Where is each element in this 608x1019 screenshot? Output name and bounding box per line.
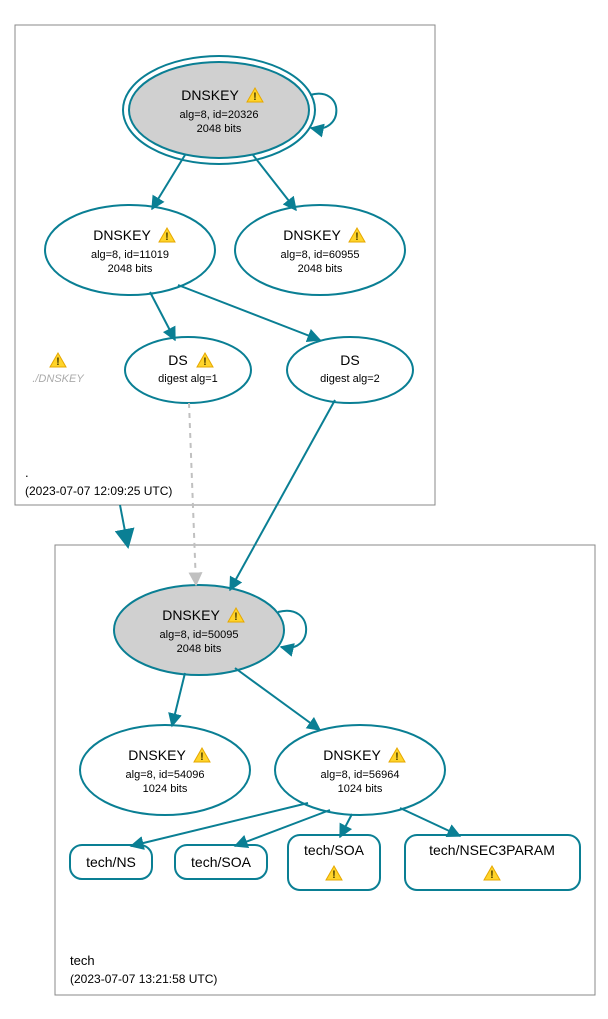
node-tech-soa2: tech/SOA xyxy=(288,835,380,890)
node-tech-zsk1: DNSKEY alg=8, id=54096 1024 bits xyxy=(80,725,250,815)
svg-text:DNSKEY: DNSKEY xyxy=(181,87,239,103)
zone-timestamp-tech: (2023-07-07 13:21:58 UTC) xyxy=(70,972,217,986)
svg-text:DNSKEY: DNSKEY xyxy=(128,747,186,763)
svg-text:DS: DS xyxy=(168,352,187,368)
svg-text:alg=8, id=20326: alg=8, id=20326 xyxy=(180,109,259,121)
warn-icon xyxy=(50,353,66,368)
svg-text:1024 bits: 1024 bits xyxy=(338,783,383,795)
node-root-zsk2: DNSKEY alg=8, id=60955 2048 bits xyxy=(235,205,405,295)
svg-text:DNSKEY: DNSKEY xyxy=(283,227,341,243)
node-tech-ksk: DNSKEY alg=8, id=50095 2048 bits xyxy=(114,585,284,675)
svg-text:alg=8, id=56964: alg=8, id=56964 xyxy=(321,769,400,781)
edge xyxy=(253,155,296,210)
svg-text:DNSKEY: DNSKEY xyxy=(93,227,151,243)
node-tech-zsk2: DNSKEY alg=8, id=56964 1024 bits xyxy=(275,725,445,815)
edge xyxy=(152,155,185,209)
svg-text:digest alg=2: digest alg=2 xyxy=(320,373,380,385)
svg-text:DNSKEY: DNSKEY xyxy=(323,747,381,763)
edge xyxy=(235,668,320,730)
svg-text:alg=8, id=50095: alg=8, id=50095 xyxy=(160,629,239,641)
svg-text:tech/NSEC3PARAM: tech/NSEC3PARAM xyxy=(429,842,555,858)
node-tech-nsec3param: tech/NSEC3PARAM xyxy=(405,835,580,890)
node-ghost-dnskey: ./DNSKEY xyxy=(32,353,84,385)
zone-label-root: . xyxy=(25,465,29,480)
edge xyxy=(340,814,352,837)
svg-text:2048 bits: 2048 bits xyxy=(197,123,242,135)
edge xyxy=(172,673,185,726)
svg-text:tech/SOA: tech/SOA xyxy=(304,842,365,858)
edge xyxy=(150,292,175,340)
svg-text:./DNSKEY: ./DNSKEY xyxy=(32,373,84,385)
svg-text:DNSKEY: DNSKEY xyxy=(162,607,220,623)
svg-text:2048 bits: 2048 bits xyxy=(177,643,222,655)
edge xyxy=(230,400,335,590)
svg-text:alg=8, id=60955: alg=8, id=60955 xyxy=(281,249,360,261)
zone-label-tech: tech xyxy=(70,953,95,968)
svg-text:tech/NS: tech/NS xyxy=(86,854,136,870)
svg-text:tech/SOA: tech/SOA xyxy=(191,854,252,870)
svg-text:2048 bits: 2048 bits xyxy=(298,263,343,275)
node-ds1: DS digest alg=1 xyxy=(125,337,251,403)
svg-text:digest alg=1: digest alg=1 xyxy=(158,373,218,385)
node-root-ksk: DNSKEY alg=8, id=20326 2048 bits xyxy=(123,56,315,164)
node-tech-soa: tech/SOA xyxy=(175,845,267,879)
zone-timestamp-root: (2023-07-07 12:09:25 UTC) xyxy=(25,484,172,498)
svg-text:1024 bits: 1024 bits xyxy=(143,783,188,795)
svg-text:DS: DS xyxy=(340,352,359,368)
edge xyxy=(400,808,460,836)
node-root-zsk1: DNSKEY alg=8, id=11019 2048 bits xyxy=(45,205,215,295)
node-tech-ns: tech/NS xyxy=(70,845,152,879)
edge-dashed xyxy=(189,403,196,585)
edge-zone-arrow xyxy=(120,505,128,547)
svg-text:alg=8, id=11019: alg=8, id=11019 xyxy=(91,249,169,261)
node-ds2: DS digest alg=2 xyxy=(287,337,413,403)
svg-text:alg=8, id=54096: alg=8, id=54096 xyxy=(126,769,205,781)
svg-text:2048 bits: 2048 bits xyxy=(108,263,153,275)
